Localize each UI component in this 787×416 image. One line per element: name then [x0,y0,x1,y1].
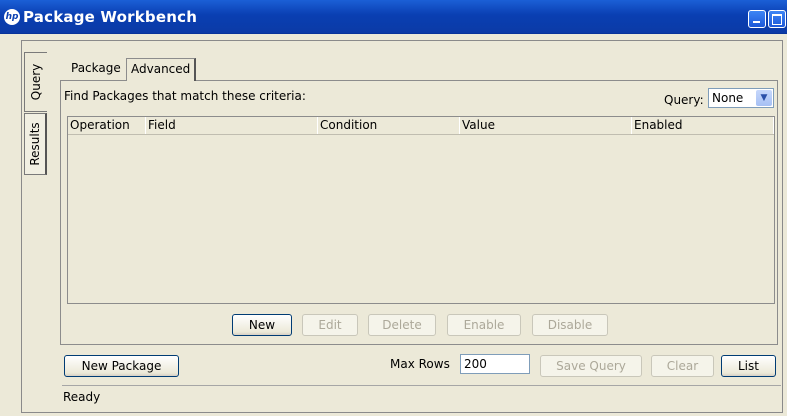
window-title: Package Workbench [23,8,198,26]
delete-criteria-button[interactable]: Delete [368,314,436,336]
query-select[interactable]: None ▼ [708,88,774,108]
new-package-button[interactable]: New Package [64,355,179,377]
table-header: Operation Field Condition Value Enabled [68,117,774,135]
criteria-table[interactable]: Operation Field Condition Value Enabled [67,116,775,304]
tab-package[interactable]: Package [67,58,125,80]
minimize-button[interactable] [748,10,766,28]
column-header-field[interactable]: Field [146,117,318,134]
chevron-down-icon[interactable]: ▼ [756,90,772,106]
clear-button[interactable]: Clear [651,355,714,377]
query-label: Query: [664,93,704,107]
list-button[interactable]: List [721,355,776,377]
new-criteria-button[interactable]: New [232,314,292,336]
status-bar: Ready [62,385,781,408]
hp-logo-icon: hp [4,9,20,25]
maximize-button[interactable] [768,10,786,28]
disable-criteria-button[interactable]: Disable [532,314,608,336]
column-header-operation[interactable]: Operation [68,117,146,134]
max-rows-field[interactable]: 200 [460,354,530,374]
max-rows-label: Max Rows [390,357,450,371]
query-select-value: None [712,91,744,105]
tab-advanced[interactable]: Advanced [126,58,197,81]
enable-criteria-button[interactable]: Enable [447,314,521,336]
save-query-button[interactable]: Save Query [540,355,642,377]
side-tab-query[interactable]: Query [24,52,47,112]
edit-criteria-button[interactable]: Edit [302,314,358,336]
column-header-value[interactable]: Value [460,117,632,134]
title-bar: hp Package Workbench [0,0,787,34]
side-tab-results[interactable]: Results [24,113,47,175]
criteria-label: Find Packages that match these criteria: [64,89,306,103]
side-tab-results-label: Results [28,122,42,166]
column-header-enabled[interactable]: Enabled [632,117,774,134]
side-tab-query-label: Query [29,63,43,101]
column-header-condition[interactable]: Condition [318,117,460,134]
